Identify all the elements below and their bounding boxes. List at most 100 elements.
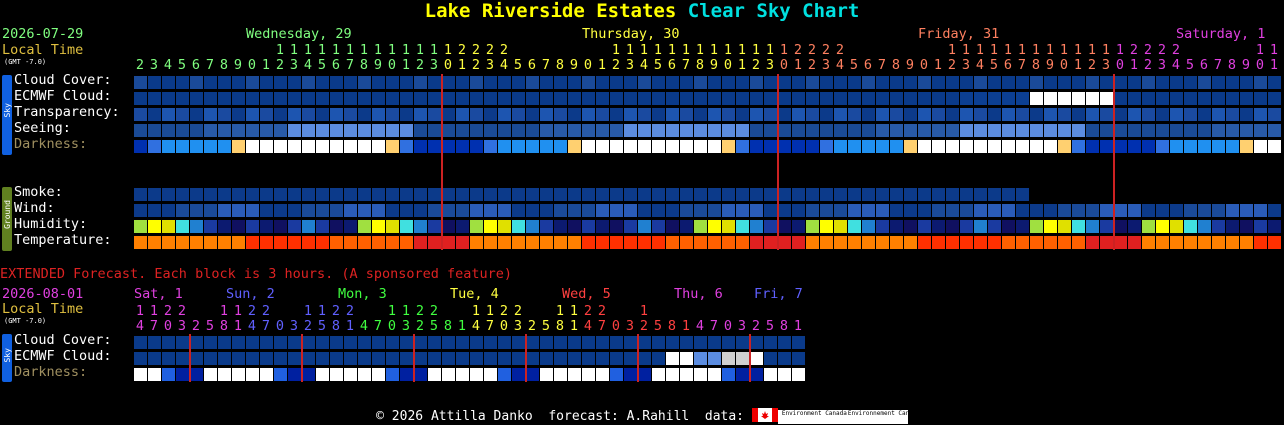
- wind-cell[interactable]: [764, 204, 777, 217]
- darkness-cell[interactable]: [806, 140, 819, 153]
- ecmwf-cloud-cell[interactable]: [792, 92, 805, 105]
- temperature-cell[interactable]: [330, 236, 343, 249]
- darkness-cell[interactable]: [526, 140, 539, 153]
- cloud-cover-cell[interactable]: [1170, 76, 1183, 89]
- seeing-cell[interactable]: [1086, 124, 1099, 137]
- humidity-cell[interactable]: [1226, 220, 1239, 233]
- seeing-cell[interactable]: [1058, 124, 1071, 137]
- seeing-cell[interactable]: [792, 124, 805, 137]
- extended-banner[interactable]: EXTENDED Forecast. Each block is 3 hours…: [0, 267, 512, 282]
- cloud-cover-cell[interactable]: [988, 76, 1001, 89]
- ecmwf-cloud-cell[interactable]: [848, 92, 861, 105]
- wind-cell[interactable]: [1254, 204, 1267, 217]
- transparency-cell[interactable]: [288, 108, 301, 121]
- ext-ecmwf-cell[interactable]: [204, 352, 217, 365]
- ecmwf-cloud-cell[interactable]: [456, 92, 469, 105]
- cloud-cover-cell[interactable]: [1198, 76, 1211, 89]
- seeing-cell[interactable]: [190, 124, 203, 137]
- ext-darkness-cell[interactable]: [582, 368, 595, 381]
- ext-ecmwf-cell[interactable]: [246, 352, 259, 365]
- wind-cell[interactable]: [666, 204, 679, 217]
- temperature-cell[interactable]: [652, 236, 665, 249]
- ext-darkness-cell[interactable]: [554, 368, 567, 381]
- transparency-cell[interactable]: [974, 108, 987, 121]
- darkness-cell[interactable]: [498, 140, 511, 153]
- temperature-cell[interactable]: [484, 236, 497, 249]
- ext-ecmwf-cell[interactable]: [218, 352, 231, 365]
- ext-darkness-cell[interactable]: [470, 368, 483, 381]
- transparency-cell[interactable]: [526, 108, 539, 121]
- transparency-cell[interactable]: [722, 108, 735, 121]
- ext-ecmwf-cell[interactable]: [148, 352, 161, 365]
- ext-cloud-cell[interactable]: [638, 336, 651, 349]
- smoke-cell[interactable]: [624, 188, 637, 201]
- humidity-cell[interactable]: [148, 220, 161, 233]
- smoke-cell[interactable]: [484, 188, 497, 201]
- temperature-cell[interactable]: [834, 236, 847, 249]
- darkness-cell[interactable]: [218, 140, 231, 153]
- humidity-cell[interactable]: [330, 220, 343, 233]
- humidity-cell[interactable]: [624, 220, 637, 233]
- darkness-cell[interactable]: [946, 140, 959, 153]
- ext-ecmwf-cell[interactable]: [708, 352, 721, 365]
- ext-cloud-cell[interactable]: [218, 336, 231, 349]
- cloud-cover-cell[interactable]: [470, 76, 483, 89]
- ext-cloud-cell[interactable]: [442, 336, 455, 349]
- ecmwf-cloud-cell[interactable]: [1044, 92, 1057, 105]
- darkness-cell[interactable]: [778, 140, 791, 153]
- humidity-cell[interactable]: [470, 220, 483, 233]
- ecmwf-cloud-cell[interactable]: [862, 92, 875, 105]
- seeing-cell[interactable]: [316, 124, 329, 137]
- temperature-cell[interactable]: [792, 236, 805, 249]
- wind-cell[interactable]: [358, 204, 371, 217]
- wind-cell[interactable]: [470, 204, 483, 217]
- transparency-cell[interactable]: [946, 108, 959, 121]
- temperature-cell[interactable]: [596, 236, 609, 249]
- transparency-cell[interactable]: [1170, 108, 1183, 121]
- ext-cloud-cell[interactable]: [358, 336, 371, 349]
- smoke-cell[interactable]: [708, 188, 721, 201]
- ecmwf-cloud-cell[interactable]: [1170, 92, 1183, 105]
- transparency-cell[interactable]: [918, 108, 931, 121]
- temperature-cell[interactable]: [540, 236, 553, 249]
- cloud-cover-cell[interactable]: [344, 76, 357, 89]
- temperature-cell[interactable]: [1268, 236, 1281, 249]
- transparency-cell[interactable]: [736, 108, 749, 121]
- temperature-cell[interactable]: [1198, 236, 1211, 249]
- ecmwf-cloud-cell[interactable]: [960, 92, 973, 105]
- transparency-cell[interactable]: [330, 108, 343, 121]
- wind-cell[interactable]: [218, 204, 231, 217]
- cloud-cover-cell[interactable]: [190, 76, 203, 89]
- ext-ecmwf-cell[interactable]: [372, 352, 385, 365]
- cloud-cover-cell[interactable]: [834, 76, 847, 89]
- humidity-cell[interactable]: [834, 220, 847, 233]
- transparency-cell[interactable]: [232, 108, 245, 121]
- seeing-cell[interactable]: [890, 124, 903, 137]
- wind-cell[interactable]: [680, 204, 693, 217]
- transparency-cell[interactable]: [316, 108, 329, 121]
- cloud-cover-cell[interactable]: [1030, 76, 1043, 89]
- wind-cell[interactable]: [1044, 204, 1057, 217]
- temperature-cell[interactable]: [1044, 236, 1057, 249]
- transparency-cell[interactable]: [610, 108, 623, 121]
- ext-cloud-cell[interactable]: [498, 336, 511, 349]
- ecmwf-cloud-cell[interactable]: [302, 92, 315, 105]
- darkness-cell[interactable]: [638, 140, 651, 153]
- temperature-cell[interactable]: [568, 236, 581, 249]
- ext-cloud-cell[interactable]: [330, 336, 343, 349]
- darkness-cell[interactable]: [400, 140, 413, 153]
- seeing-cell[interactable]: [232, 124, 245, 137]
- transparency-cell[interactable]: [694, 108, 707, 121]
- ecmwf-cloud-cell[interactable]: [218, 92, 231, 105]
- humidity-cell[interactable]: [484, 220, 497, 233]
- seeing-cell[interactable]: [582, 124, 595, 137]
- transparency-cell[interactable]: [904, 108, 917, 121]
- wind-cell[interactable]: [1170, 204, 1183, 217]
- wind-cell[interactable]: [876, 204, 889, 217]
- humidity-cell[interactable]: [792, 220, 805, 233]
- seeing-cell[interactable]: [1114, 124, 1127, 137]
- ext-ecmwf-cell[interactable]: [526, 352, 539, 365]
- darkness-cell[interactable]: [876, 140, 889, 153]
- temperature-cell[interactable]: [1184, 236, 1197, 249]
- wind-cell[interactable]: [302, 204, 315, 217]
